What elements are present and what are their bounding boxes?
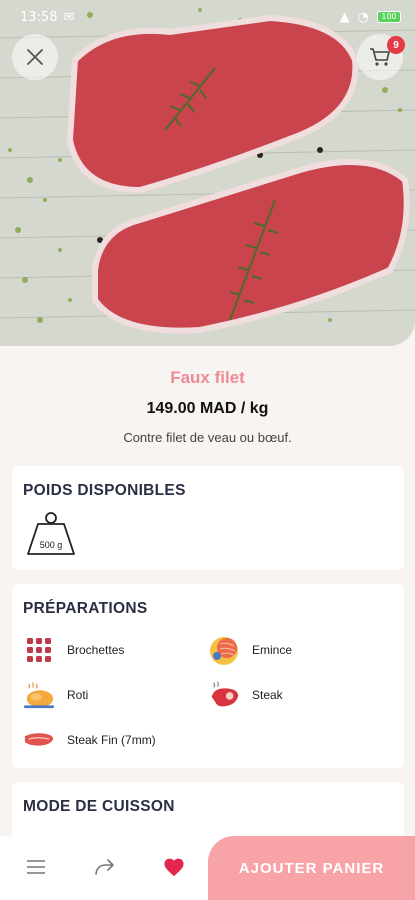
prep-option-steak-fin[interactable]: Steak Fin (7mm)	[23, 724, 156, 756]
prep-label: Emince	[252, 643, 293, 657]
steak-icon	[208, 679, 240, 711]
prep-label: Steak Fin (7mm)	[67, 733, 156, 747]
prep-label: Roti	[67, 688, 89, 702]
signal-icon: ▲	[339, 9, 350, 25]
close-icon	[27, 49, 43, 65]
steak-photo	[0, 0, 415, 346]
battery-icon: 100	[377, 11, 401, 23]
weights-title: POIDS DISPONIBLES	[23, 482, 186, 499]
prep-label: Brochettes	[67, 643, 125, 657]
share-button[interactable]	[90, 852, 120, 882]
status-bar: 13:58 ✉ ▲ ◔ 100	[0, 0, 415, 34]
weight-option-label: 500 g	[39, 540, 63, 550]
minced-meat-icon	[208, 634, 240, 666]
notification-icon: ✉	[63, 9, 75, 25]
menu-button[interactable]	[21, 852, 51, 882]
product-description: Contre filet de veau ou bœuf.	[123, 430, 292, 445]
status-time: 13:58	[20, 9, 58, 25]
product-info: Faux filet 149.00 MAD / kg Contre filet …	[0, 346, 415, 445]
product-price: 149.00 MAD / kg	[146, 400, 269, 417]
close-button[interactable]	[12, 34, 58, 80]
preparations-card: PRÉPARATIONS Brochettes Emince Roti Stea…	[12, 584, 404, 768]
cooking-mode-title: MODE DE CUISSON	[23, 798, 175, 815]
weight-option-500g[interactable]: 500 g	[24, 510, 78, 558]
prep-option-brochettes[interactable]: Brochettes	[23, 634, 124, 666]
heart-icon	[164, 858, 184, 877]
menu-icon	[27, 860, 45, 874]
cart-count-badge: 9	[387, 36, 405, 54]
prep-option-emince[interactable]: Emince	[208, 634, 292, 666]
roast-chicken-icon	[23, 679, 55, 711]
weights-card: POIDS DISPONIBLES 500 g	[12, 466, 404, 570]
wifi-icon: ◔	[357, 9, 369, 25]
product-name: Faux filet	[170, 368, 245, 387]
thin-steak-icon	[23, 724, 55, 756]
skewers-icon	[23, 634, 55, 666]
cart-button[interactable]: 9	[357, 34, 405, 80]
weight-icon	[27, 512, 75, 555]
prep-label: Steak	[252, 688, 283, 702]
favorite-button[interactable]	[159, 852, 189, 882]
prep-option-steak[interactable]: Steak	[208, 679, 283, 711]
prep-option-roti[interactable]: Roti	[23, 679, 88, 711]
product-image: 13:58 ✉ ▲ ◔ 100 9	[0, 0, 415, 346]
add-to-cart-button[interactable]: AJOUTER PANIER	[208, 836, 415, 900]
preparations-title: PRÉPARATIONS	[23, 600, 148, 617]
share-icon	[95, 859, 114, 875]
